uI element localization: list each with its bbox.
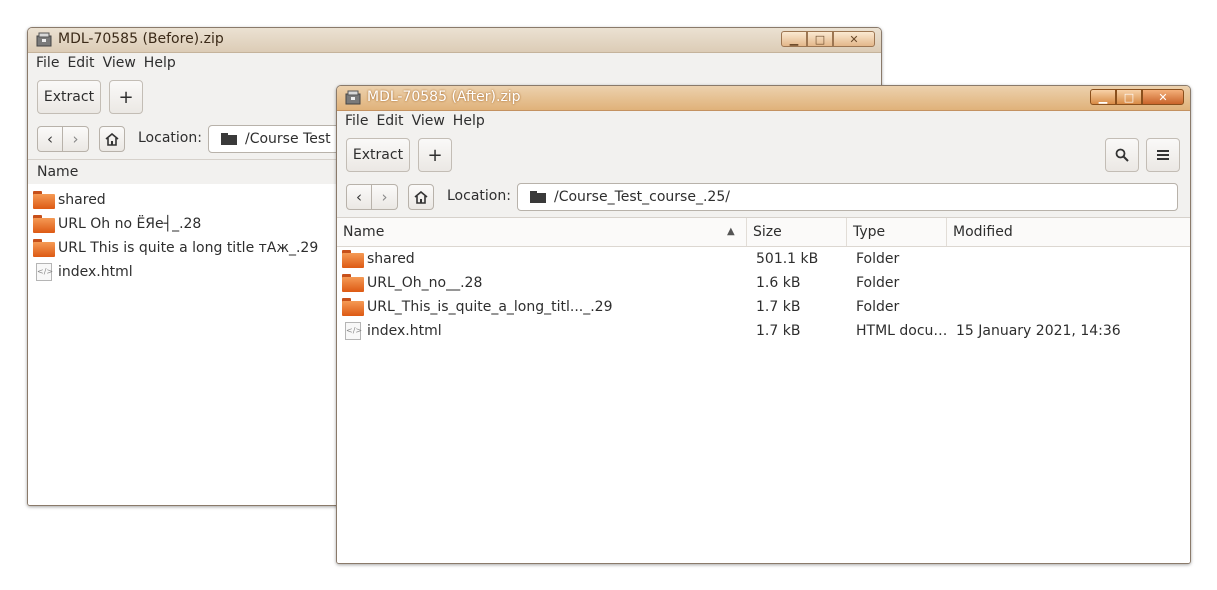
column-header-modified[interactable]: Modified	[947, 218, 1187, 246]
menu-file[interactable]: File	[36, 55, 59, 71]
home-button[interactable]	[408, 184, 434, 210]
archive-icon	[345, 90, 361, 105]
table-row[interactable]: </> index.html 1.7 kB HTML docu… 15 Janu…	[337, 319, 1190, 343]
back-button[interactable]: ‹	[346, 184, 372, 210]
file-list[interactable]: Name ▲ Size Type Modified shared 501.1 k…	[337, 217, 1190, 563]
menu-file[interactable]: File	[345, 113, 368, 129]
chevron-left-icon: ‹	[356, 188, 362, 206]
search-icon	[1115, 148, 1129, 162]
menu-view[interactable]: View	[412, 113, 445, 129]
file-name: URL_Oh_no__.28	[367, 275, 483, 291]
html-file-icon: </>	[345, 322, 362, 340]
table-row[interactable]: URL_Oh_no__.28 1.6 kB Folder	[337, 271, 1190, 295]
folder-icon	[530, 191, 546, 203]
forward-button[interactable]: ›	[63, 126, 89, 152]
column-header-label: Name	[343, 224, 385, 240]
menu-button[interactable]	[1146, 138, 1180, 172]
folder-icon	[342, 250, 364, 268]
column-header-size[interactable]: Size	[747, 218, 847, 246]
home-icon	[414, 190, 428, 204]
file-modified: 15 January 2021, 14:36	[956, 323, 1121, 339]
file-name: shared	[367, 251, 415, 267]
file-size: 1.7 kB	[756, 299, 801, 315]
column-header-name[interactable]: Name ▲	[337, 218, 747, 246]
window-title: MDL-70585 (Before).zip	[58, 31, 224, 47]
chevron-right-icon: ›	[72, 130, 79, 148]
folder-icon	[33, 191, 55, 209]
forward-button[interactable]: ›	[372, 184, 398, 210]
extract-button[interactable]: Extract	[346, 138, 410, 172]
folder-icon	[221, 133, 237, 145]
file-size: 1.6 kB	[756, 275, 801, 291]
maximize-button[interactable]: □	[807, 31, 833, 47]
maximize-button[interactable]: □	[1116, 89, 1142, 105]
column-header-type[interactable]: Type	[847, 218, 947, 246]
folder-icon	[33, 239, 55, 257]
location-label: Location:	[138, 130, 202, 146]
back-button[interactable]: ‹	[37, 126, 63, 152]
menu-edit[interactable]: Edit	[67, 55, 94, 71]
file-name: URL Oh no ЁЯе┤_.28	[58, 216, 202, 232]
location-value: /Course_Test_course_.25/	[554, 189, 730, 205]
location-label: Location:	[447, 188, 511, 204]
chevron-left-icon: ‹	[47, 130, 53, 148]
file-type: Folder	[856, 275, 900, 291]
menubar: File Edit View Help	[345, 113, 485, 129]
table-row[interactable]: shared 501.1 kB Folder	[337, 247, 1190, 271]
location-value: /Course Test	[245, 131, 331, 147]
nav-group: ‹ ›	[346, 184, 398, 210]
menu-help[interactable]: Help	[453, 113, 485, 129]
file-name: index.html	[58, 264, 133, 280]
file-size: 501.1 kB	[756, 251, 819, 267]
minimize-button[interactable]: ▁	[781, 31, 807, 47]
file-type: Folder	[856, 299, 900, 315]
window-title: MDL-70585 (After).zip	[367, 89, 521, 105]
home-button[interactable]	[99, 126, 125, 152]
folder-icon	[33, 215, 55, 233]
add-button[interactable]: +	[109, 80, 143, 114]
menubar: File Edit View Help	[36, 55, 176, 71]
menu-edit[interactable]: Edit	[376, 113, 403, 129]
home-icon	[105, 132, 119, 146]
folder-icon	[342, 274, 364, 292]
close-button[interactable]: ✕	[833, 31, 875, 47]
extract-button[interactable]: Extract	[37, 80, 101, 114]
nav-group: ‹ ›	[37, 126, 89, 152]
file-name: index.html	[367, 323, 442, 339]
file-size: 1.7 kB	[756, 323, 801, 339]
column-headers: Name ▲ Size Type Modified	[337, 218, 1190, 247]
sort-ascending-icon: ▲	[727, 226, 735, 237]
column-header-name[interactable]: Name	[31, 160, 331, 184]
minimize-button[interactable]: ▁	[1090, 89, 1116, 105]
titlebar-after[interactable]: MDL-70585 (After).zip ▁ □ ✕	[337, 86, 1190, 111]
menu-help[interactable]: Help	[144, 55, 176, 71]
file-name: shared	[58, 192, 106, 208]
hamburger-icon	[1157, 150, 1169, 160]
file-name: URL This is quite a long title тАж_.29	[58, 240, 319, 256]
close-button[interactable]: ✕	[1142, 89, 1184, 105]
file-type: HTML docu…	[856, 323, 948, 339]
folder-icon	[342, 298, 364, 316]
table-row[interactable]: URL_This_is_quite_a_long_titl..._.29 1.7…	[337, 295, 1190, 319]
file-name: URL_This_is_quite_a_long_titl..._.29	[367, 299, 613, 315]
html-file-icon: </>	[36, 263, 53, 281]
menu-view[interactable]: View	[103, 55, 136, 71]
titlebar-before[interactable]: MDL-70585 (Before).zip ▁ □ ✕	[28, 28, 881, 53]
file-type: Folder	[856, 251, 900, 267]
archive-icon	[36, 32, 52, 47]
search-button[interactable]	[1105, 138, 1139, 172]
add-button[interactable]: +	[418, 138, 452, 172]
location-field[interactable]: /Course_Test_course_.25/	[517, 183, 1178, 211]
window-after[interactable]: MDL-70585 (After).zip ▁ □ ✕ File Edit Vi…	[336, 85, 1191, 564]
chevron-right-icon: ›	[381, 188, 388, 206]
